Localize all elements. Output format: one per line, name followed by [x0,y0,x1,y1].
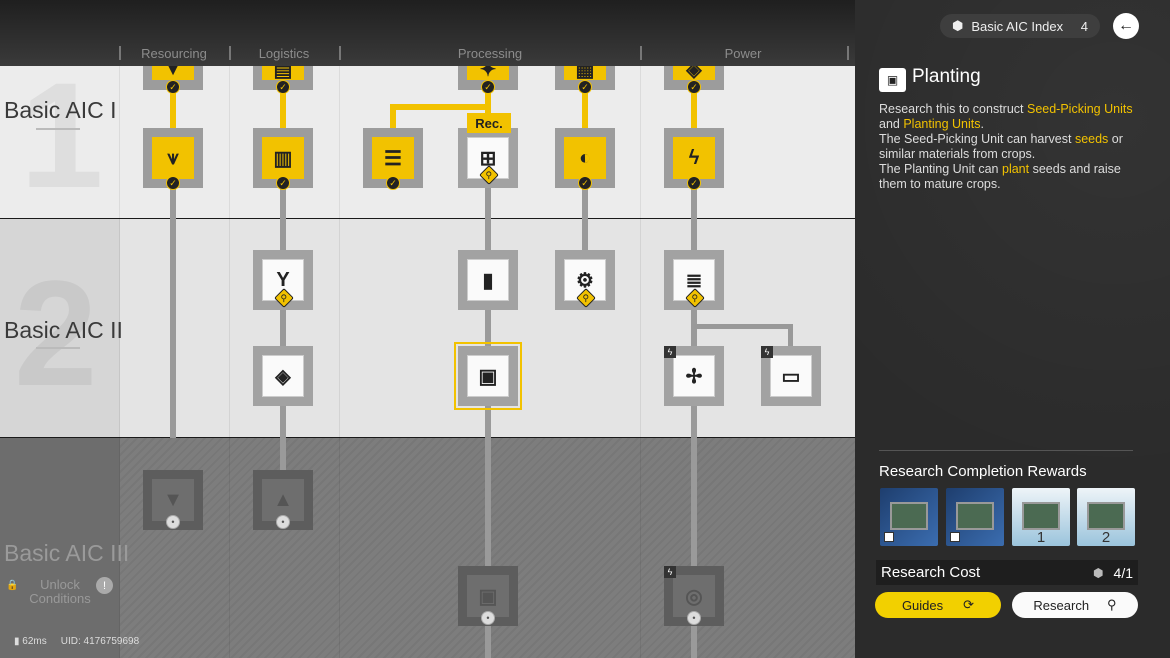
highlight: Planting Units [903,117,981,131]
ping-indicator: ▮ 62ms [14,636,47,647]
tier-sub-decoration [36,347,80,349]
pylon-icon: ✢ [673,355,715,397]
check-icon: ✓ [578,176,592,190]
arrow-left-icon: ← [1118,17,1134,34]
research-cost-row: Research Cost ⬢ 4/1 [876,560,1138,585]
column-divider [339,66,340,658]
check-icon: ✓ [578,80,592,94]
check-icon: ✓ [687,176,701,190]
column-power: Power [724,46,762,61]
check-icon: ✓ [276,80,290,94]
unlock-conditions-label[interactable]: Unlock Conditions [20,578,100,606]
column-divider [119,66,120,658]
lock-icon: 🔒 [6,580,19,591]
tech-node-planting-selected[interactable]: ▣ [454,342,522,410]
column-divider [229,66,230,658]
canister-icon: ▮ [467,259,509,301]
guides-button[interactable]: Guides ⟳ [875,592,1001,618]
tier-label-1: Basic AIC I [4,97,117,123]
refinery-icon: ☰ [372,137,414,179]
layers-icon: ◈ [262,355,304,397]
status-footer: ▮ 62ms UID: 4176759698 [14,636,139,647]
reward-item[interactable] [946,488,1004,546]
check-icon: ✓ [687,80,701,94]
lock-icon: • [687,611,701,625]
machine-icon [956,502,994,530]
machine-icon [1022,502,1060,530]
reward-count: 2 [1101,529,1111,546]
unlock-icon [950,532,960,542]
guides-label: Guides [901,597,944,613]
aic-index-label: Basic AIC Index [971,18,1064,34]
highlight: plant [1002,162,1030,176]
aic-index-value: 4 [1080,18,1088,34]
check-icon: ✓ [166,80,180,94]
planter-icon: ▣ [879,68,906,92]
reward-item[interactable] [880,488,938,546]
column-separator [640,46,642,60]
aic-index-pill[interactable]: ⬢ Basic AIC Index 4 [940,14,1100,38]
lock-icon: • [166,515,180,529]
cube-icon: ⬢ [952,18,964,33]
column-separator [339,46,341,60]
tier-sub-decoration [36,128,80,130]
check-icon: ✓ [276,176,290,190]
shaper-icon: ◐ [564,137,606,179]
bolt-icon: ϟ [664,566,676,578]
connector-line-done [390,104,491,110]
planter-icon: ▣ [467,355,509,397]
check-icon: ✓ [386,176,400,190]
tech-title: Planting [912,66,981,87]
power-icon: ϟ [673,137,715,179]
reward-item[interactable]: 1 [1012,488,1070,546]
research-tree-screen: 1 2 Basic AIC I Basic AIC II Basic AIC I… [0,0,1170,658]
tier-label-3: Basic AIC III [4,540,130,566]
cube-icon: ⬢ [1093,565,1104,580]
toolbox-icon: ▭ [770,355,812,397]
column-logistics: Logistics [258,46,310,61]
rewards-title: Research Completion Rewards [879,463,1087,480]
check-icon: ✓ [166,176,180,190]
research-cost-value: 4/1 [1113,564,1133,581]
tier-1-row [0,66,855,218]
reward-count: 1 [1036,529,1046,546]
tier-label-2: Basic AIC II [4,317,123,343]
tech-node-processing-2a[interactable]: ▮ [458,250,518,310]
machine-icon [1087,502,1125,530]
column-header-bar: Resourcing Logistics Processing Power [0,0,855,66]
bolt-icon: ϟ [664,346,676,358]
research-button[interactable]: Research ⚲ [1012,592,1138,618]
column-separator [119,46,121,60]
drill-icon: ⩛ [152,137,194,179]
guide-icon: ⟳ [963,597,975,612]
column-divider [640,66,641,658]
column-separator [229,46,231,60]
research-cost-label: Research Cost [881,564,981,581]
back-button[interactable]: ← [1113,13,1139,39]
bolt-icon: ϟ [761,346,773,358]
highlight: Seed-Picking Units [1026,102,1133,116]
depot-icon: ▥ [262,137,304,179]
tier-1-watermark: 1 [20,51,104,219]
info-icon[interactable]: ! [96,577,113,594]
machine-icon [890,502,928,530]
search-icon: ⚲ [1107,597,1117,612]
column-processing: Processing [457,46,523,61]
column-resourcing: Resourcing [141,46,207,61]
tech-node-logistics-2b[interactable]: ◈ [253,346,313,406]
highlight: seeds [1074,132,1109,146]
uid-label: UID: 4176759698 [60,636,140,647]
lock-icon: • [481,611,495,625]
reward-item[interactable]: 2 [1077,488,1135,546]
lock-icon: • [276,515,290,529]
check-icon: ✓ [481,80,495,94]
panel-divider [879,450,1133,451]
tech-description: Research this to construct Seed-Picking … [879,102,1133,191]
unlock-icon [884,532,894,542]
research-label: Research [1033,597,1090,613]
recommended-badge: Rec. [467,113,511,133]
connector-line [694,324,790,329]
column-separator [847,46,849,60]
